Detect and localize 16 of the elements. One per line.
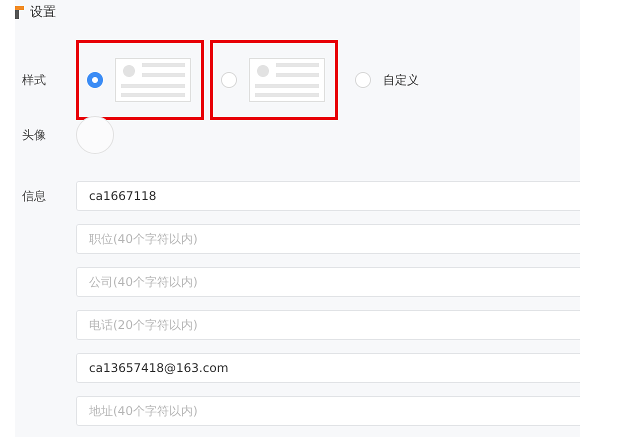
input-field[interactable]: ca1667118 <box>76 181 580 211</box>
style-option[interactable]: 自定义 <box>344 40 432 120</box>
input-field[interactable]: 地址(40个字符以内) <box>76 396 580 426</box>
style-label: 样式 <box>21 72 47 88</box>
card-layout-icon <box>249 58 325 102</box>
avatar-label: 头像 <box>21 126 47 144</box>
input-field[interactable]: 公司(40个字符以内) <box>76 267 580 297</box>
input-field[interactable]: ca13657418@163.com <box>76 353 580 383</box>
avatar-placeholder[interactable] <box>76 116 114 154</box>
radio-button[interactable] <box>87 72 103 88</box>
card-layout-icon <box>115 58 191 102</box>
info-label: 信息 <box>21 188 47 205</box>
input-field[interactable]: 电话(20个字符以内) <box>76 310 580 340</box>
input-field[interactable]: 职位(40个字符以内) <box>76 224 580 254</box>
settings-title: 设置 <box>30 4 56 21</box>
custom-option-label: 自定义 <box>383 72 419 88</box>
